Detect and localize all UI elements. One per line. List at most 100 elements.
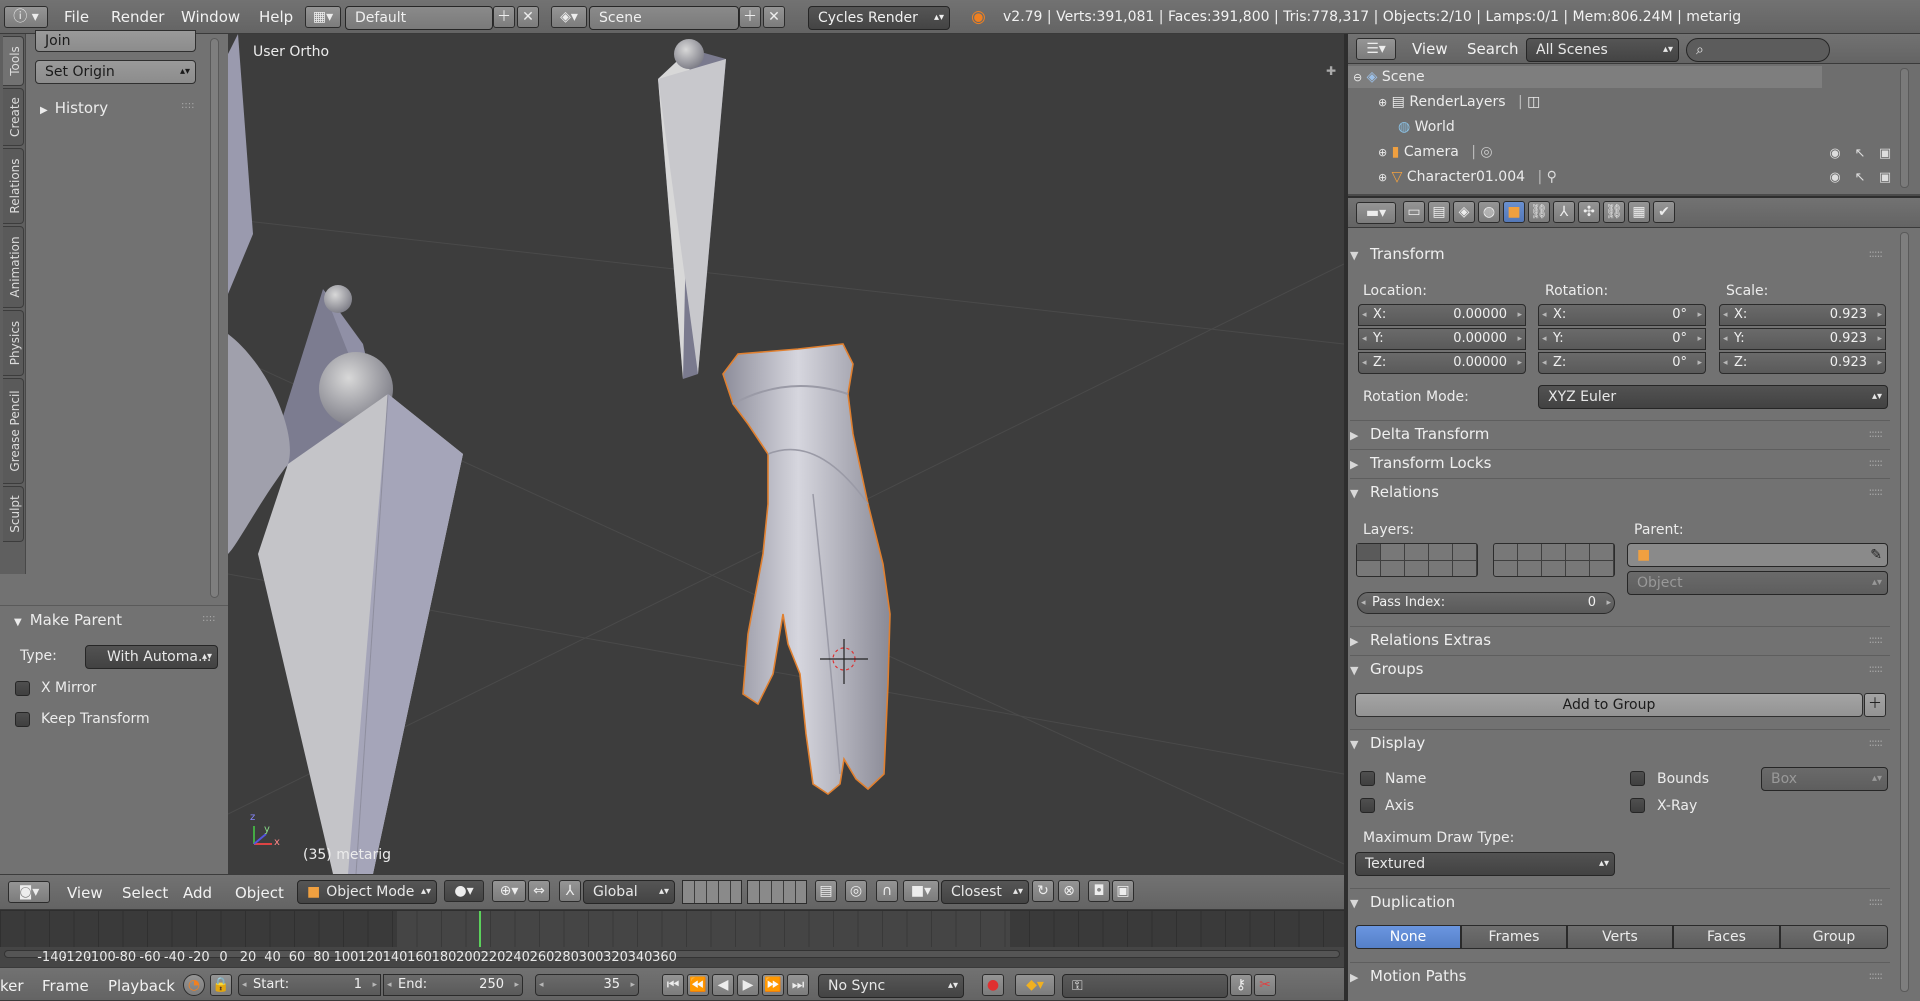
play-icon[interactable]: ▶ — [737, 974, 759, 996]
operator-panel-header[interactable]: ▼ Make Parent — [14, 611, 122, 629]
viewport-region-toggle-icon[interactable]: ✚ — [1326, 64, 1336, 78]
menu-window[interactable]: Window — [181, 0, 240, 34]
menu-file[interactable]: File — [64, 0, 89, 34]
snap-project-icon[interactable]: ⊗ — [1058, 880, 1080, 902]
lock-time-icon[interactable]: 🔒 — [210, 974, 232, 996]
record-icon[interactable]: ● — [982, 974, 1004, 996]
sync-mode-select[interactable]: No Sync ▴▾ — [818, 974, 964, 998]
transform-locks-panel-header[interactable]: ▶ Transform Locks::::: — [1350, 449, 1890, 475]
rotation-y-field[interactable]: ◂ Y: 0° ▸ — [1538, 328, 1706, 350]
snap-element-select[interactable]: ■▾ — [903, 880, 939, 902]
bounds-type-select[interactable]: Box ▴▾ — [1761, 767, 1888, 791]
viewport-menu-view[interactable]: View — [67, 876, 103, 910]
history-drag-handle[interactable]: :::: — [181, 100, 194, 111]
editor-type-button[interactable]: ◙▾ — [8, 881, 50, 903]
texture-tab-icon[interactable]: ▦ — [1628, 201, 1650, 223]
jump-end-icon[interactable]: ⏭ — [787, 974, 809, 996]
rotation-z-field[interactable]: ◂ Z: 0° ▸ — [1538, 352, 1706, 374]
eyedropper-icon[interactable]: ✎ — [1870, 544, 1882, 566]
display-panel-header[interactable]: ▼ Display::::: — [1350, 729, 1890, 755]
selectable-cursor-icon[interactable]: ↖ — [1850, 144, 1870, 164]
viewport-menu-select[interactable]: Select — [122, 876, 168, 910]
manipulator-toggle[interactable]: ⇔ — [528, 880, 550, 902]
parent-type-select[interactable]: With Automa... ▴▾ — [85, 645, 218, 669]
snap-target-select[interactable]: Closest ▴▾ — [941, 880, 1029, 904]
pass-index-field[interactable]: ◂ Pass Index: 0 ▸ — [1357, 592, 1615, 614]
object-layers-grid-a[interactable] — [1356, 543, 1478, 577]
object-layers-grid-b[interactable] — [1493, 543, 1615, 577]
rotation-mode-select[interactable]: XYZ Euler ▴▾ — [1538, 385, 1888, 409]
bone-tab-icon[interactable]: ✣ — [1578, 201, 1600, 223]
object-data-tab-icon[interactable]: ⅄ — [1553, 201, 1575, 223]
outliner-search-input[interactable]: ⌕ — [1686, 38, 1830, 62]
timeline-menu-playback[interactable]: Playback — [108, 969, 175, 1001]
jump-keyframe-back-icon[interactable]: ⏪ — [687, 974, 709, 996]
display-axis-checkbox[interactable] — [1360, 798, 1375, 813]
menu-help[interactable]: Help — [259, 0, 293, 34]
render-animation-icon[interactable]: ▣ — [1112, 880, 1134, 902]
render-tab-icon[interactable]: ▭ — [1403, 201, 1425, 223]
add-layout-button[interactable]: ＋ — [493, 6, 515, 28]
location-z-field[interactable]: ◂ Z: 0.00000 ▸ — [1358, 352, 1526, 374]
groups-panel-header[interactable]: ▼ Groups::::: — [1350, 655, 1890, 681]
physics-tab-icon[interactable]: ✔ — [1653, 201, 1675, 223]
transform-manipulator-icon[interactable]: ⅄ — [559, 880, 581, 902]
location-x-field[interactable]: ◂ X: 0.00000 ▸ — [1358, 304, 1526, 326]
pivot-select[interactable]: ⊕▾ — [492, 880, 526, 902]
display-bounds-checkbox[interactable] — [1630, 771, 1645, 786]
scale-z-field[interactable]: ◂ Z: 0.923 ▸ — [1719, 352, 1886, 374]
scene-selector[interactable]: Scene — [589, 6, 739, 30]
align-rotation-icon[interactable]: ↻ — [1032, 880, 1054, 902]
delete-keyframe-icon[interactable]: ✂ — [1254, 974, 1276, 996]
duplication-none[interactable]: None — [1355, 925, 1461, 949]
renderable-camera-icon[interactable]: ▣ — [1875, 168, 1895, 188]
keying-set-icon[interactable]: ◆▾ — [1015, 974, 1055, 996]
outliner-item-renderlayers[interactable]: ⊕ ▤ RenderLayers | ◫ — [1378, 90, 1540, 115]
jump-keyframe-forward-icon[interactable]: ⏩ — [762, 974, 784, 996]
selectable-cursor-icon[interactable]: ↖ — [1850, 168, 1870, 188]
outliner-item-character[interactable]: ⊕ ▽ Character01.004 | ⚲ — [1378, 165, 1557, 190]
constraints-tab-icon[interactable]: ⛓ — [1528, 201, 1550, 223]
viewport-menu-add[interactable]: Add — [183, 876, 212, 910]
delta-transform-panel-header[interactable]: ▶ Delta Transform::::: — [1350, 420, 1890, 446]
visibility-eye-icon[interactable]: ◉ — [1825, 144, 1845, 164]
proportional-edit-icon[interactable]: ◎ — [845, 880, 867, 902]
play-reverse-icon[interactable]: ◀ — [712, 974, 734, 996]
keep-transform-checkbox[interactable] — [15, 712, 30, 727]
outliner-scrollbar[interactable] — [1900, 68, 1909, 188]
timeline-menu-frame[interactable]: Frame — [42, 969, 89, 1001]
parent-type-select[interactable]: Object ▴▾ — [1627, 571, 1888, 595]
add-scene-button[interactable]: ＋ — [739, 6, 761, 28]
add-group-plus-icon[interactable]: ＋ — [1864, 693, 1886, 717]
timeline-editor-menu-cut[interactable]: ker — [0, 969, 24, 1001]
set-origin-select[interactable]: Set Origin ▴▾ — [35, 60, 196, 84]
layer-buttons-b[interactable] — [747, 880, 807, 904]
viewport-3d[interactable]: User Ortho z y x (35) metarig ✚ — [228, 34, 1344, 874]
tab-sculpt[interactable]: Sculpt — [3, 486, 24, 542]
start-frame-field[interactable]: ◂ Start: 1 ▸ — [238, 974, 381, 996]
duplication-group[interactable]: Group — [1780, 925, 1888, 949]
snap-toggle-icon[interactable]: ∩ — [876, 880, 898, 902]
properties-editor-type-button[interactable]: ▬▾ — [1356, 202, 1396, 224]
outliner-menu-view[interactable]: View — [1412, 32, 1448, 66]
outliner-item-world[interactable]: ◍ World — [1398, 115, 1455, 140]
join-button[interactable]: Join — [35, 30, 196, 52]
tool-shelf-scrollbar[interactable] — [210, 38, 219, 598]
menu-render[interactable]: Render — [111, 0, 164, 34]
properties-scrollbar[interactable] — [1900, 232, 1909, 992]
layout-selector[interactable]: Default — [345, 6, 493, 30]
relations-panel-header[interactable]: ▼ Relations::::: — [1350, 478, 1890, 504]
mode-select[interactable]: ■ Object Mode ▴▾ — [297, 880, 437, 904]
world-tab-icon[interactable]: ◍ — [1478, 201, 1500, 223]
shading-select[interactable]: ●▾ — [444, 880, 484, 902]
keying-set-field[interactable]: ⚿ — [1062, 974, 1228, 998]
outliner-item-scene[interactable]: ⊖ ◈ Scene — [1353, 65, 1425, 90]
parent-object-field[interactable]: ■ ✎ — [1627, 543, 1888, 567]
end-frame-field[interactable]: ◂ End: 250 ▸ — [383, 974, 523, 996]
outliner-editor-type-button[interactable]: ☰▾ — [1356, 38, 1396, 60]
render-layers-tab-icon[interactable]: ▤ — [1428, 201, 1450, 223]
x-mirror-checkbox[interactable] — [15, 681, 30, 696]
visibility-eye-icon[interactable]: ◉ — [1825, 168, 1845, 188]
outliner-display-mode-select[interactable]: All Scenes ▴▾ — [1526, 38, 1679, 62]
max-draw-type-select[interactable]: Textured ▴▾ — [1355, 852, 1615, 876]
